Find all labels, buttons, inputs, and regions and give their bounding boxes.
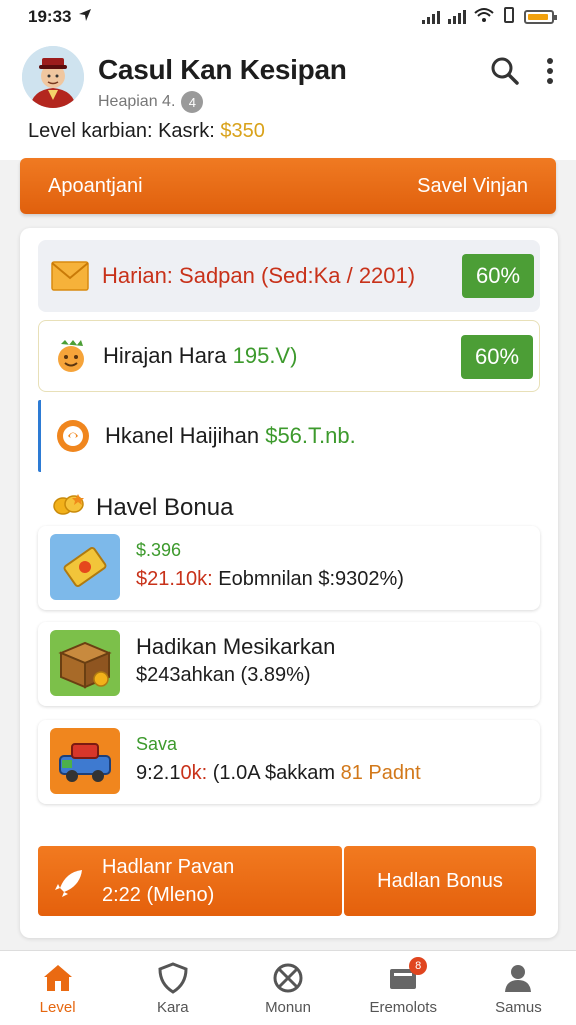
list-item-daily[interactable]: Harian: Sadpan (Sed:Ka / 2201) 60% [38,240,540,312]
bottom-nav: Level Kara Monun 8 Eremolots Samus [0,950,576,1025]
nav-label: Level [39,999,76,1016]
action-right-button[interactable]: Savel Vinjan [417,175,528,198]
subtitle: Heapian 4. 4 [98,91,204,113]
bonus-card-2[interactable]: Hadikan Mesikarkan $243ahkan (3.89%) [38,622,540,706]
cell-signal-2-icon [448,10,466,24]
card-line1: Hadikan Mesikarkan [136,634,336,659]
smile-badge-icon [51,336,91,376]
nav-eremolots[interactable]: 8 Eremolots [346,951,461,1025]
app-title: Casul Kan Kesipan [98,54,347,85]
button-label: Hadlan Bonus [377,869,503,892]
nav-kara[interactable]: Kara [115,951,230,1025]
nav-label: Kara [156,999,189,1016]
battery-icon [524,10,557,24]
card-line1: Sava [136,734,178,754]
percent-badge: 60% [461,335,533,379]
action-bar: Apoantjani Savel Vinjan [20,158,556,214]
subtitle-badge: 4 [181,91,204,113]
toy-car-icon [50,728,120,794]
cell-signal-icon [422,10,440,24]
globe-icon [271,961,305,995]
nav-label: Samus [495,999,542,1016]
wifi-icon [474,7,494,28]
card-line2: 9:2.10k: (1.0A $akkam 81 Padnt [136,762,421,784]
section-title-text: Havel Bonua [96,493,234,521]
main-panel: Harian: Sadpan (Sed:Ka / 2201) 60% Hiraj… [20,228,558,938]
row-text: Harian: Sadpan (Sed:Ka / 2201) [102,263,416,288]
list-item-hkanel[interactable]: Hkanel Haijihan $56.T.nb. [38,400,540,472]
status-bar: 19:33 [0,0,576,34]
profile-icon [501,961,535,995]
card-line2: $21.10k: Eobmnilan $:9302%) [136,568,404,590]
status-time: 19:33 [28,7,72,26]
nav-label: Monun [265,999,311,1016]
app-header: Casul Kan Kesipan Heapian 4. 4 Level kar… [0,34,576,160]
level-value: $350 [220,120,265,142]
level-prefix: Level karbian: Kasrk: [28,120,221,142]
notification-badge: 8 [409,957,428,975]
bonus-card-1[interactable]: $.396 $21.10k: Eobmnilan $:9302%) [38,526,540,610]
card-line2: $243ahkan (3.89%) [136,664,311,686]
percent-badge: 60% [462,254,534,298]
section-title: Havel Bonua [52,492,233,523]
rocket-icon [52,866,86,905]
vibrate-icon [502,6,516,28]
avatar[interactable] [22,46,84,108]
nav-monun[interactable]: Monun [230,951,345,1025]
nav-level[interactable]: Level [0,951,115,1025]
coins-icon [52,492,86,523]
hadlanr-pavan-button[interactable]: Hadlanr Pavan 2:22 (Mleno) [38,846,342,916]
envelope-icon [50,256,90,296]
search-icon[interactable] [490,56,520,91]
chat-gear-icon [53,416,93,456]
navigation-arrow-icon [77,7,93,28]
button-line1: Hadlanr Pavan [102,856,235,878]
list-item-hirajan[interactable]: Hirajan Hara 195.V) 60% [38,320,540,392]
ticket-icon [50,534,120,600]
subtitle-text: Heapian 4. [98,93,176,110]
nav-label: Eremolots [369,999,437,1016]
row-text: Hkanel Haijihan $56.T.nb. [105,423,356,448]
home-icon [41,961,75,995]
level-line: Level karbian: Kasrk: $350 [28,120,265,143]
more-menu-icon[interactable] [546,57,554,90]
big-button-row: Hadlanr Pavan 2:22 (Mleno) Hadlan Bonus [38,846,536,916]
treasure-chest-icon [50,630,120,696]
hadlan-bonus-button[interactable]: Hadlan Bonus [344,846,536,916]
shield-icon [156,961,190,995]
action-left-button[interactable]: Apoantjani [48,175,143,198]
bonus-card-3[interactable]: Sava 9:2.10k: (1.0A $akkam 81 Padnt [38,720,540,804]
nav-samus[interactable]: Samus [461,951,576,1025]
button-line2: 2:22 (Mleno) [102,884,215,906]
row-text: Hirajan Hara 195.V) [103,343,298,368]
card-line1: $.396 [136,540,182,560]
